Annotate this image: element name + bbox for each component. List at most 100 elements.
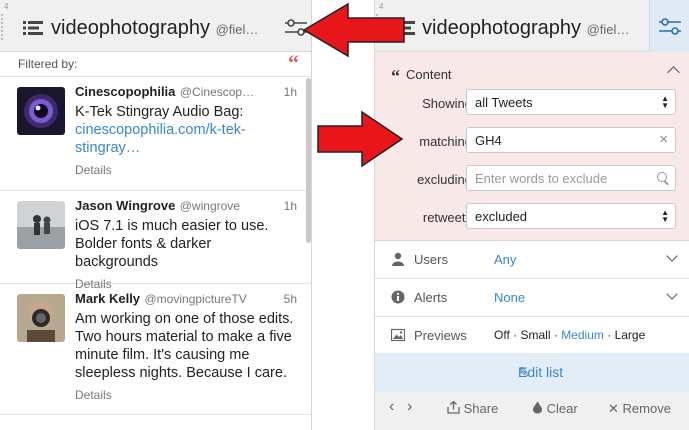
content-section-header[interactable]: “ Content: [391, 63, 452, 86]
tweet-author-name[interactable]: Mark Kelly: [75, 291, 140, 306]
tweet-body: Cinescopophilia @Cinescop… 1h K-Tek Stin…: [75, 83, 297, 177]
select-arrows-icon: ▲ ▼: [661, 208, 669, 224]
info-icon: [391, 290, 405, 304]
user-icon: [392, 252, 404, 266]
tweet-author-handle[interactable]: @wingrove: [180, 199, 240, 213]
retweets-label: retweets: [422, 210, 472, 225]
alerts-value: None: [494, 290, 526, 305]
select-arrows-icon: ▲ ▼: [661, 94, 669, 110]
quote-icon: “: [391, 66, 400, 86]
clear-button[interactable]: Clear: [532, 401, 578, 416]
retweets-select[interactable]: excluded ▲ ▼: [466, 203, 676, 229]
column-title-text: videophotography: [51, 17, 211, 39]
scrollbar[interactable]: [306, 78, 311, 243]
tweet-details-link[interactable]: Details: [75, 163, 297, 177]
retweets-value: excluded: [475, 209, 528, 224]
tweet-author-name[interactable]: Jason Wingrove: [75, 198, 175, 213]
chevron-down-icon: [666, 288, 678, 300]
avatar[interactable]: [17, 201, 65, 249]
share-button[interactable]: Share: [447, 400, 499, 416]
matching-input[interactable]: GH4 ×: [466, 127, 676, 153]
tweet-link[interactable]: cinescopophilia.com/k-tek-stingray…: [75, 122, 246, 156]
filtered-by-label: Filtered by:: [18, 57, 78, 71]
left-column: 4 videophotography @fiel… Filtered by: “: [0, 0, 312, 430]
chevron-down-icon: [666, 250, 678, 262]
close-icon: ✕: [608, 401, 619, 416]
users-label: Users: [414, 252, 448, 267]
edit-list-label: Edit list: [518, 364, 564, 380]
drag-grip[interactable]: [1, 14, 7, 40]
column-title: videophotography @fiel…: [51, 17, 258, 40]
list-column-icon: [23, 21, 43, 35]
clear-icon[interactable]: ×: [659, 131, 668, 148]
excluding-placeholder: Enter words to exclude: [475, 171, 608, 186]
previews-label: Previews: [414, 328, 467, 343]
share-icon: [447, 400, 460, 414]
excluding-input[interactable]: Enter words to exclude: [466, 165, 676, 191]
avatar[interactable]: [17, 294, 65, 342]
retweets-row: retweets excluded ▲ ▼: [375, 203, 689, 231]
share-label: Share: [463, 401, 499, 416]
droplet-icon: [533, 401, 542, 414]
column-number: 4: [4, 2, 9, 11]
remove-button[interactable]: ✕ Remove: [608, 401, 671, 417]
image-icon: [391, 328, 405, 342]
column-handle: @fiel…: [586, 22, 630, 37]
alerts-row[interactable]: Alerts None: [375, 279, 689, 317]
showing-label: Showing: [422, 96, 472, 111]
filter-settings-icon: [659, 18, 681, 35]
tweet-text: K-Tek Stingray Audio Bag: cinescopophili…: [75, 103, 297, 157]
tweet-item[interactable]: Jason Wingrove @wingrove 1h iOS 7.1 is m…: [0, 191, 311, 291]
arrow-annotation-icon: [302, 2, 405, 58]
right-column: 4 videophotography @fiel… “ Content Showi…: [374, 0, 689, 430]
alerts-label: Alerts: [414, 290, 448, 305]
filtered-by-row: Filtered by: “: [0, 50, 311, 77]
chevron-left-icon[interactable]: ‹: [389, 398, 394, 416]
matching-row: matching GH4 ×: [375, 127, 689, 155]
excluding-row: excluding Enter words to exclude: [375, 165, 689, 193]
arrow-annotation-icon: [317, 110, 404, 168]
left-column-header: 4 videophotography @fiel…: [0, 0, 311, 52]
preview-option-separator: ·: [553, 328, 558, 342]
chevron-up-icon[interactable]: [667, 66, 680, 79]
tweet-time[interactable]: 5h: [284, 292, 297, 306]
users-row[interactable]: Users Any: [375, 241, 689, 279]
showing-row: Showing all Tweets ▲ ▼: [375, 89, 689, 117]
search-icon: [657, 172, 667, 182]
tweet-text: Am working on one of those edits. Two ho…: [75, 311, 294, 381]
users-value: Any: [494, 252, 517, 267]
showing-value: all Tweets: [475, 95, 533, 110]
showing-select[interactable]: all Tweets ▲ ▼: [466, 89, 676, 115]
column-title-text: videophotography: [422, 17, 582, 39]
edit-list-button[interactable]: ✎ Edit list: [375, 353, 689, 393]
avatar[interactable]: [17, 87, 65, 135]
content-heading: Content: [406, 67, 452, 82]
tweet-time[interactable]: 1h: [284, 199, 297, 213]
tweet-author-name[interactable]: Cinescopophilia: [75, 84, 175, 99]
content-filter-quote-icon[interactable]: “: [288, 50, 299, 76]
content-filter-section: “ Content Showing all Tweets ▲ ▼ matching …: [375, 52, 689, 241]
tweet-item[interactable]: Cinescopophilia @Cinescop… 1h K-Tek Stin…: [0, 77, 311, 191]
excluding-label: excluding: [417, 172, 472, 187]
matching-label: matching: [419, 134, 472, 149]
tweet-author-handle[interactable]: @movingpictureTV: [145, 292, 247, 306]
preview-option-large[interactable]: Large: [615, 328, 646, 342]
filter-settings-button[interactable]: [649, 0, 689, 52]
tweet-text: iOS 7.1 is much easier to use. Bolder fo…: [75, 218, 269, 270]
tweet-details-link[interactable]: Details: [75, 388, 297, 402]
previews-options: Off · Small · Medium · Large: [494, 328, 645, 342]
preview-option-off[interactable]: Off: [494, 328, 510, 342]
tweet-item[interactable]: Mark Kelly @movingpictureTV 5h Am workin…: [0, 284, 311, 415]
right-column-header: 4 videophotography @fiel…: [375, 0, 689, 52]
tweet-author-handle[interactable]: @Cinescop…: [180, 85, 254, 99]
column-handle: @fiel…: [215, 22, 259, 37]
preview-option-medium[interactable]: Medium: [561, 328, 604, 342]
matching-value: GH4: [475, 133, 502, 148]
remove-label: Remove: [622, 401, 671, 416]
preview-option-small[interactable]: Small: [520, 328, 550, 342]
tweet-time[interactable]: 1h: [284, 85, 297, 99]
previews-row: Previews Off · Small · Medium · Large: [375, 317, 689, 354]
tweet-body: Jason Wingrove @wingrove 1h iOS 7.1 is m…: [75, 197, 297, 291]
chevron-right-icon[interactable]: ›: [407, 398, 412, 416]
clear-label: Clear: [546, 401, 578, 416]
